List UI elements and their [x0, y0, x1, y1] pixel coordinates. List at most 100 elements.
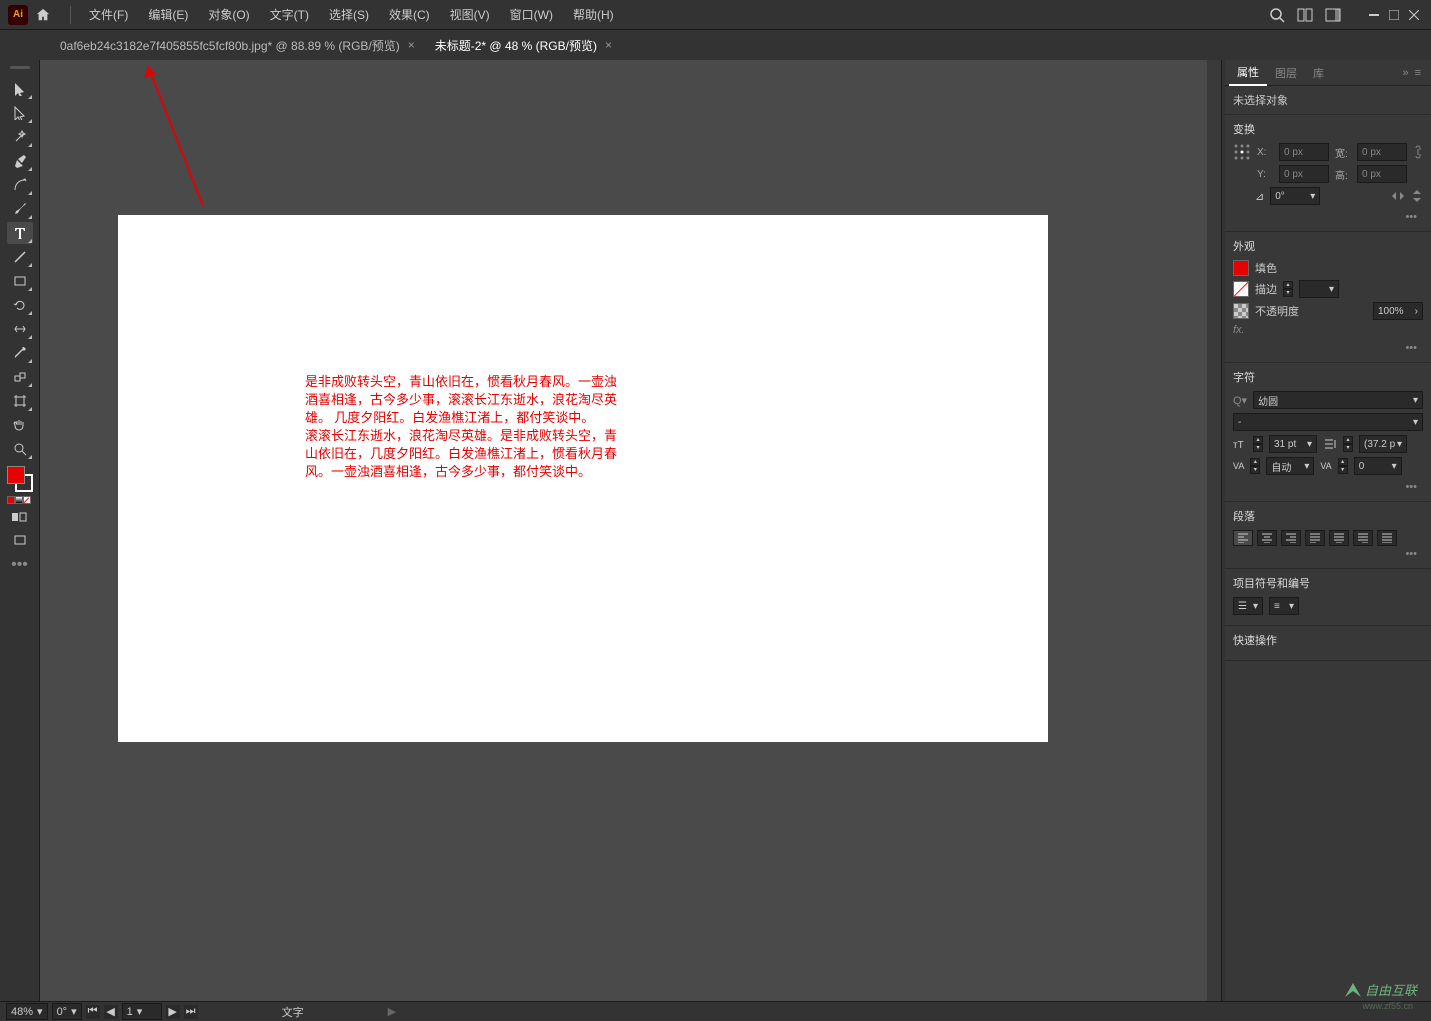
collapse-icon[interactable]: » — [1402, 67, 1408, 79]
menu-file[interactable]: 文件(F) — [79, 6, 138, 23]
next-artboard-button[interactable]: ▶ — [166, 1005, 180, 1019]
maximize-button[interactable] — [1385, 8, 1403, 22]
vertical-scrollbar[interactable] — [1207, 60, 1221, 1001]
close-icon[interactable]: × — [408, 38, 415, 52]
tab-libraries[interactable]: 库 — [1305, 61, 1332, 85]
menu-window[interactable]: 窗口(W) — [500, 6, 563, 23]
more-options[interactable]: ••• — [1233, 546, 1423, 562]
screen-mode[interactable] — [7, 530, 33, 552]
type-tool[interactable] — [7, 222, 33, 244]
link-icon[interactable] — [1413, 144, 1423, 160]
rotation-angle[interactable]: 0°▾ — [52, 1003, 82, 1020]
draw-mode[interactable] — [7, 506, 33, 528]
font-family-input[interactable]: 幼圆▾ — [1253, 391, 1423, 409]
justify-all-button[interactable] — [1377, 530, 1397, 546]
arrange-icon[interactable] — [1297, 8, 1313, 22]
expand-icon[interactable]: ▶ — [388, 1005, 396, 1018]
y-input[interactable] — [1279, 165, 1329, 183]
kerning-stepper[interactable]: ▴▾ — [1250, 458, 1260, 474]
justify-right-button[interactable] — [1353, 530, 1373, 546]
eyedropper-tool[interactable] — [7, 342, 33, 364]
reference-point-icon[interactable] — [1233, 143, 1251, 161]
paintbrush-tool[interactable] — [7, 198, 33, 220]
tab-document-2[interactable]: 未标题-2* @ 48 % (RGB/预览) × — [425, 31, 622, 60]
align-center-button[interactable] — [1257, 530, 1277, 546]
zoom-tool[interactable] — [7, 438, 33, 460]
zoom-level[interactable]: 48%▾ — [6, 1003, 48, 1020]
stroke-weight-input[interactable]: ▾ — [1299, 280, 1339, 298]
curvature-tool[interactable] — [7, 174, 33, 196]
panel-menu-icon[interactable]: ≡ — [1415, 67, 1421, 79]
panel-handle[interactable] — [5, 66, 35, 72]
opacity-input[interactable]: 100%› — [1373, 302, 1423, 320]
canvas-area[interactable]: 是非成败转头空，青山依旧在，惯看秋月春风。一壶浊酒喜相逢，古今多少事，滚滚长江东… — [40, 60, 1221, 1001]
bullets-button[interactable]: ☰▾ — [1233, 597, 1263, 615]
font-style-input[interactable]: -▾ — [1233, 413, 1423, 431]
edit-toolbar[interactable]: ••• — [7, 554, 33, 576]
bullets-section: 项目符号和编号 ☰▾ ≡▾ — [1225, 569, 1431, 626]
blend-tool[interactable] — [7, 366, 33, 388]
home-icon[interactable] — [36, 8, 50, 22]
artboard-tool[interactable] — [7, 390, 33, 412]
w-input[interactable] — [1357, 143, 1407, 161]
tracking-input[interactable]: 0▾ — [1354, 457, 1402, 475]
pen-tool[interactable] — [7, 150, 33, 172]
stroke-weight-stepper[interactable]: ▴▾ — [1283, 281, 1293, 297]
tab-layers[interactable]: 图层 — [1267, 61, 1305, 85]
fx-label[interactable]: fx. — [1233, 324, 1245, 336]
tracking-stepper[interactable]: ▴▾ — [1338, 458, 1348, 474]
h-input[interactable] — [1357, 165, 1407, 183]
menu-view[interactable]: 视图(V) — [440, 6, 500, 23]
fill-color[interactable] — [7, 466, 25, 484]
prev-artboard-button[interactable]: ◀ — [104, 1005, 118, 1019]
more-options[interactable]: ••• — [1233, 340, 1423, 356]
menu-effect[interactable]: 效果(C) — [379, 6, 440, 23]
justify-center-button[interactable] — [1329, 530, 1349, 546]
menu-object[interactable]: 对象(O) — [198, 6, 259, 23]
menu-select[interactable]: 选择(S) — [319, 6, 379, 23]
angle-input[interactable]: 0°▾ — [1270, 187, 1320, 205]
tab-properties[interactable]: 属性 — [1229, 60, 1267, 86]
direct-selection-tool[interactable] — [7, 102, 33, 124]
close-icon[interactable]: × — [605, 38, 612, 52]
font-size-input[interactable]: 31 pt▾ — [1269, 435, 1317, 453]
rectangle-tool[interactable] — [7, 270, 33, 292]
menu-type[interactable]: 文字(T) — [260, 6, 319, 23]
color-mode-swatches[interactable] — [7, 496, 33, 504]
opacity-swatch[interactable] — [1233, 303, 1249, 319]
workspace-icon[interactable] — [1325, 8, 1341, 22]
flip-v-icon[interactable] — [1411, 189, 1423, 203]
numbering-button[interactable]: ≡▾ — [1269, 597, 1299, 615]
more-options[interactable]: ••• — [1233, 209, 1423, 225]
magic-wand-tool[interactable] — [7, 126, 33, 148]
text-object[interactable]: 是非成败转头空，青山依旧在，惯看秋月春风。一壶浊酒喜相逢，古今多少事，滚滚长江东… — [305, 373, 625, 481]
last-artboard-button[interactable]: ⏭ — [184, 1005, 198, 1019]
artboard-number[interactable]: 1▾ — [122, 1003, 162, 1020]
kerning-input[interactable]: 自动▾ — [1266, 457, 1314, 475]
stroke-swatch[interactable] — [1233, 281, 1249, 297]
width-tool[interactable] — [7, 318, 33, 340]
leading-stepper[interactable]: ▴▾ — [1343, 436, 1353, 452]
align-right-button[interactable] — [1281, 530, 1301, 546]
search-icon[interactable] — [1269, 7, 1285, 23]
hand-tool[interactable] — [7, 414, 33, 436]
first-artboard-button[interactable]: ⏮ — [86, 1005, 100, 1019]
search-icon[interactable]: Q▾ — [1233, 394, 1247, 407]
justify-left-button[interactable] — [1305, 530, 1325, 546]
rotate-tool[interactable] — [7, 294, 33, 316]
fill-swatch[interactable] — [1233, 260, 1249, 276]
tab-document-1[interactable]: 0af6eb24c3182e7f405855fc5fcf80b.jpg* @ 8… — [50, 31, 425, 60]
menu-edit[interactable]: 编辑(E) — [138, 6, 198, 23]
minimize-button[interactable] — [1365, 8, 1383, 22]
close-button[interactable] — [1405, 8, 1423, 22]
align-left-button[interactable] — [1233, 530, 1253, 546]
x-input[interactable] — [1279, 143, 1329, 161]
leading-input[interactable]: (37.2 p▾ — [1359, 435, 1407, 453]
flip-h-icon[interactable] — [1391, 190, 1405, 202]
line-tool[interactable] — [7, 246, 33, 268]
menu-help[interactable]: 帮助(H) — [563, 6, 624, 23]
color-swatch[interactable] — [7, 466, 33, 492]
size-stepper[interactable]: ▴▾ — [1253, 436, 1263, 452]
selection-tool[interactable] — [7, 78, 33, 100]
more-options[interactable]: ••• — [1233, 479, 1423, 495]
